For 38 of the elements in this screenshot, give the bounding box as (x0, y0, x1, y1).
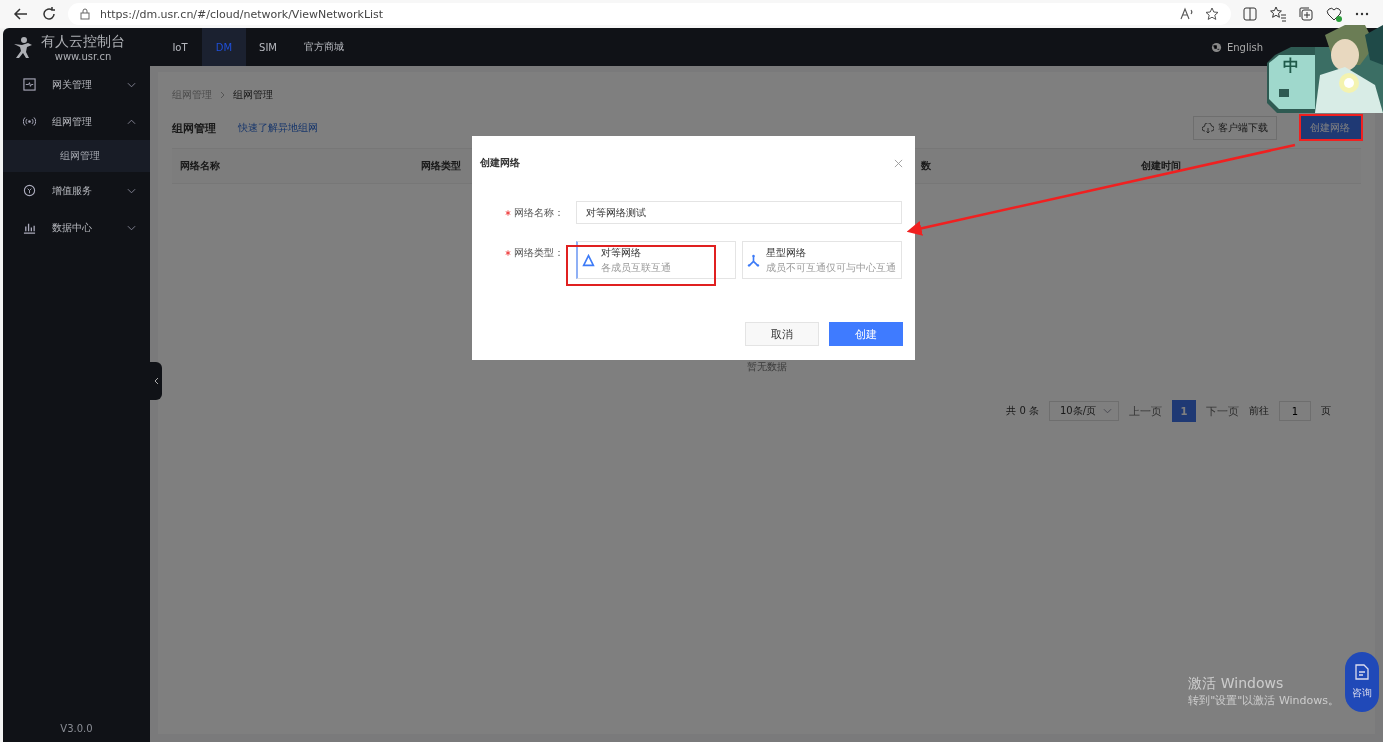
column-header: 网络类型 (421, 159, 461, 173)
activation-text: 转到"设置"以激活 Windows。 (1188, 693, 1339, 708)
url-text: https://dm.usr.cn/#/cloud/network/ViewNetworkList (100, 7, 384, 21)
logo-subtitle: www.usr.cn (54, 50, 112, 62)
goto-page-field[interactable]: 1 (1279, 401, 1311, 421)
breadcrumb-current: 组网管理 (233, 88, 273, 102)
dialog-title: 创建网络 (480, 156, 520, 170)
logo-title: 有人云控制台 (41, 32, 125, 51)
page-size-select[interactable]: 10条/页 (1049, 401, 1119, 421)
download-client-button[interactable]: 客户端下载 (1193, 116, 1277, 140)
column-header: 创建时间 (1141, 159, 1181, 173)
sidebar-item[interactable]: 组网管理 (3, 103, 150, 140)
field-label: 网络类型： (514, 246, 564, 260)
network-type-option[interactable]: 对等网络 各成员互联互通 (576, 241, 736, 279)
sidebar-item[interactable]: 网关管理 (3, 66, 150, 103)
page-suffix: 页 (1321, 404, 1331, 418)
cancel-button[interactable]: 取消 (745, 322, 819, 346)
page-title: 组网管理 (172, 120, 216, 136)
nav-tab[interactable]: SIM (246, 28, 290, 66)
sidebar-subitem[interactable]: 组网管理 (3, 140, 150, 172)
consult-button[interactable]: 咨询 (1345, 652, 1379, 712)
widget-label: 中 (1283, 56, 1299, 77)
network-type-option[interactable]: 星型网络 成员不可互通仅可与中心互通 (742, 241, 902, 279)
address-bar[interactable]: https://dm.usr.cn/#/cloud/network/ViewNetworkList (68, 3, 1231, 25)
version-label: V3.0.0 (59, 723, 94, 736)
field-label: 网络名称： (514, 206, 564, 220)
column-header: 网络名称 (180, 159, 220, 173)
language-link[interactable]: English (1226, 41, 1263, 53)
activation-title: 激活 Windows (1188, 675, 1285, 693)
sidebar-item[interactable]: 增值服务 (3, 172, 150, 209)
nav-tab[interactable]: 官方商城 (290, 28, 358, 66)
network-name-field[interactable]: 对等网络测试 (576, 201, 902, 224)
goto-label: 前往 (1249, 404, 1269, 418)
sidebar-item[interactable]: 数据中心 (3, 209, 150, 246)
column-header: 数 (921, 159, 931, 173)
nav-tab[interactable]: IoT (158, 28, 202, 66)
create-button[interactable]: 创建 (829, 322, 903, 346)
total-count: 共 0 条 (1006, 404, 1039, 418)
